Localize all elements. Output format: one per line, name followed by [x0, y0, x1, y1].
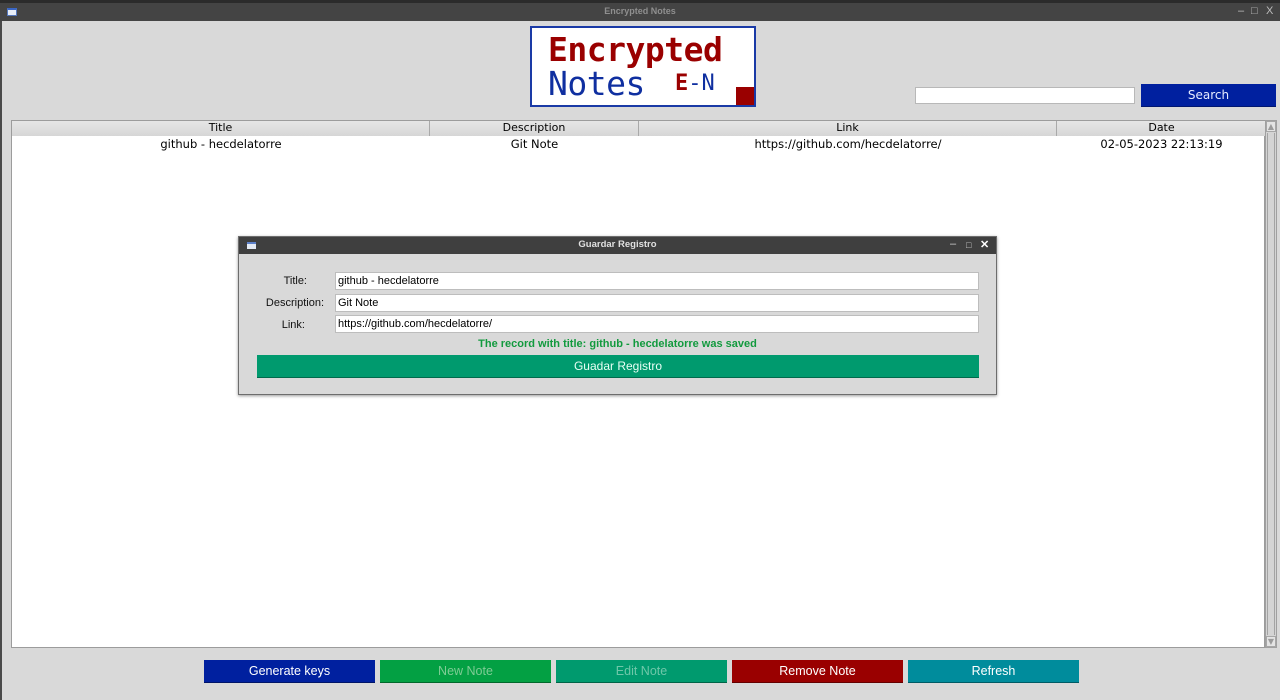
edit-note-button[interactable]: Edit Note — [556, 660, 727, 683]
search-button[interactable]: Search — [1141, 84, 1276, 107]
cell-link: https://github.com/hecdelatorre/ — [754, 137, 942, 151]
column-header-title[interactable]: Title — [12, 121, 430, 136]
title-label: Title: — [283, 275, 307, 287]
app-logo: Encrypted Notes E-N — [530, 26, 756, 107]
minimize-icon[interactable]: – — [1238, 5, 1244, 17]
save-status-message: The record with title: github - hecdelat… — [478, 338, 757, 350]
column-header-link[interactable]: Link — [639, 121, 1057, 136]
save-record-dialog: Guardar Registro – □ ✕ Title: Descriptio… — [238, 236, 997, 395]
save-record-button[interactable]: Guadar Registro — [257, 355, 979, 378]
description-field[interactable] — [335, 294, 979, 312]
logo-badge-sep: - — [688, 71, 702, 96]
scrollbar-track[interactable] — [1267, 133, 1275, 635]
table-row[interactable]: github - hecdelatorre Git Note https://g… — [12, 136, 1266, 152]
close-icon[interactable]: X — [1266, 5, 1273, 17]
table-header: Title Description Link Date — [12, 121, 1266, 136]
refresh-button[interactable]: Refresh — [908, 660, 1079, 683]
scroll-up-arrow-icon[interactable]: ▲ — [1266, 121, 1276, 132]
link-label: Link: — [281, 319, 305, 331]
dialog-titlebar[interactable]: Guardar Registro – □ ✕ — [239, 237, 996, 254]
dialog-close-icon[interactable]: ✕ — [980, 238, 989, 251]
title-field[interactable] — [335, 272, 979, 290]
dialog-maximize-icon[interactable]: □ — [966, 240, 971, 250]
logo-badge-e: E — [675, 71, 689, 96]
remove-note-button[interactable]: Remove Note — [732, 660, 903, 683]
logo-badge-n: N — [701, 71, 715, 96]
logo-badge: E-N — [675, 71, 715, 96]
description-label: Description: — [265, 297, 324, 309]
scroll-down-arrow-icon[interactable]: ▼ — [1266, 636, 1276, 647]
dialog-title: Guardar Registro — [578, 239, 657, 250]
link-field[interactable] — [335, 315, 979, 333]
window-title: Encrypted Notes — [604, 6, 676, 16]
table-body: github - hecdelatorre Git Note https://g… — [12, 136, 1266, 152]
window-titlebar: Encrypted Notes – □ X — [0, 0, 1280, 21]
maximize-icon[interactable]: □ — [1251, 5, 1258, 17]
new-note-button[interactable]: New Note — [380, 660, 551, 683]
dialog-minimize-icon[interactable]: – — [950, 238, 956, 250]
table-scrollbar[interactable]: ▲ ▼ — [1265, 120, 1277, 648]
cell-title: github - hecdelatorre — [160, 137, 282, 151]
generate-keys-button[interactable]: Generate keys — [204, 660, 375, 683]
logo-line-notes: Notes — [548, 64, 645, 103]
column-header-description[interactable]: Description — [430, 121, 639, 136]
column-header-date[interactable]: Date — [1057, 121, 1266, 136]
cell-date: 02-05-2023 22:13:19 — [1100, 137, 1223, 151]
search-input[interactable] — [915, 87, 1135, 104]
logo-square-icon — [736, 87, 754, 105]
cell-description: Git Note — [510, 137, 559, 151]
